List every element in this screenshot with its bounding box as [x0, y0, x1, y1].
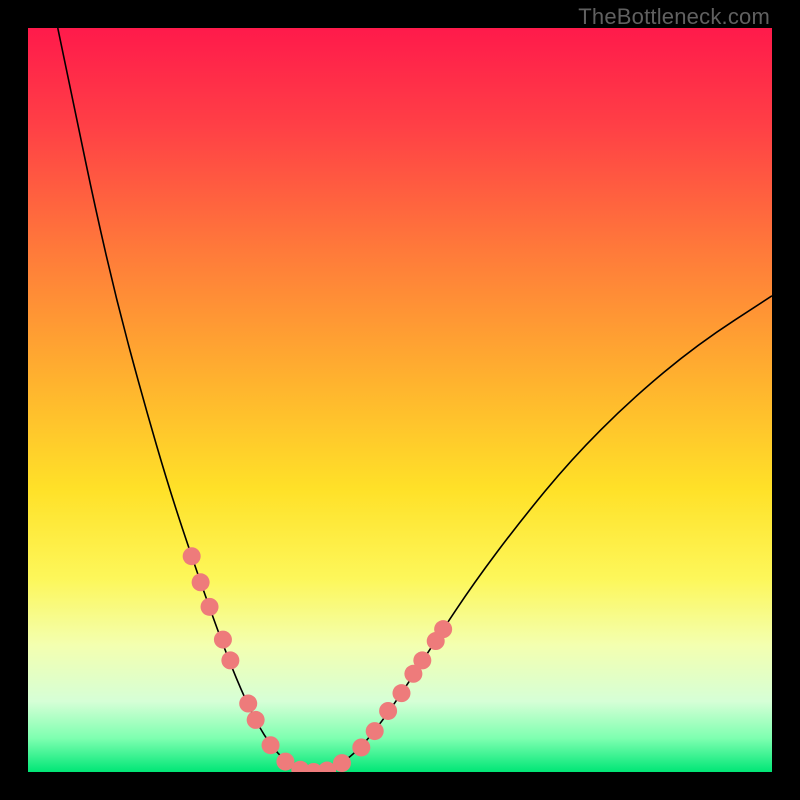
curve-layer: [28, 28, 772, 772]
highlight-dot: [247, 711, 265, 729]
highlight-dot: [379, 702, 397, 720]
highlight-dots: [183, 547, 452, 772]
plot-area: [28, 28, 772, 772]
watermark-text: TheBottleneck.com: [578, 4, 770, 30]
highlight-dot: [413, 651, 431, 669]
highlight-dot: [214, 631, 232, 649]
highlight-dot: [333, 754, 351, 772]
highlight-dot: [392, 684, 410, 702]
highlight-dot: [201, 598, 219, 616]
highlight-dot: [352, 738, 370, 756]
highlight-dot: [434, 620, 452, 638]
highlight-dot: [239, 695, 257, 713]
highlight-dot: [221, 651, 239, 669]
highlight-dot: [366, 722, 384, 740]
highlight-dot: [192, 573, 210, 591]
highlight-dot: [183, 547, 201, 565]
highlight-dot: [262, 736, 280, 754]
chart-frame: TheBottleneck.com: [0, 0, 800, 800]
